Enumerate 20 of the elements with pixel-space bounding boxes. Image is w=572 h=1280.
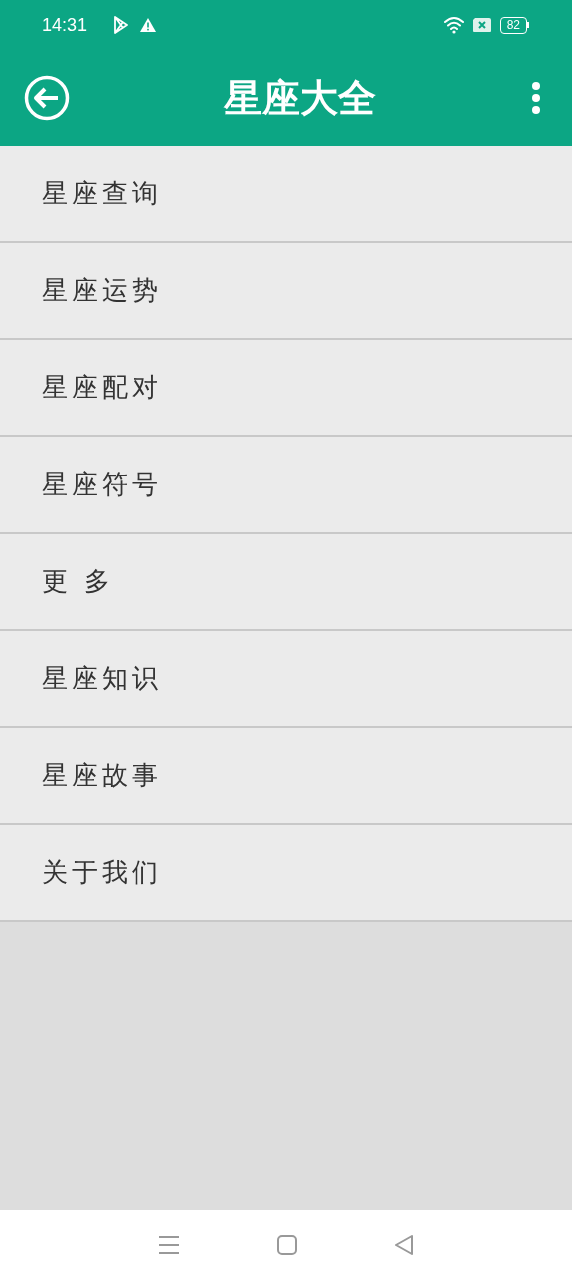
warning-icon: [139, 17, 158, 33]
menu-icon[interactable]: [158, 1235, 181, 1255]
menu-item[interactable]: 星座查询: [0, 146, 572, 243]
menu-item[interactable]: 关于我们: [0, 825, 572, 922]
menu-item[interactable]: 星座符号: [0, 437, 572, 534]
menu-item[interactable]: 星座知识: [0, 631, 572, 728]
menu-item[interactable]: 星座配对: [0, 340, 572, 437]
wifi-icon: [443, 16, 466, 34]
menu-item[interactable]: 更 多: [0, 534, 572, 631]
play-store-icon: [113, 16, 130, 34]
app-title: 星座大全: [223, 75, 377, 121]
status-time: 14:31: [42, 13, 88, 37]
menu-item[interactable]: 星座运势: [0, 243, 572, 340]
battery-indicator: 82: [499, 16, 527, 34]
home-icon[interactable]: [277, 1235, 297, 1255]
back-icon[interactable]: [393, 1235, 414, 1255]
menu-item[interactable]: 星座故事: [0, 728, 572, 825]
back-button[interactable]: [24, 75, 70, 121]
sim-icon: [471, 17, 492, 33]
more-options-button[interactable]: [530, 82, 542, 114]
